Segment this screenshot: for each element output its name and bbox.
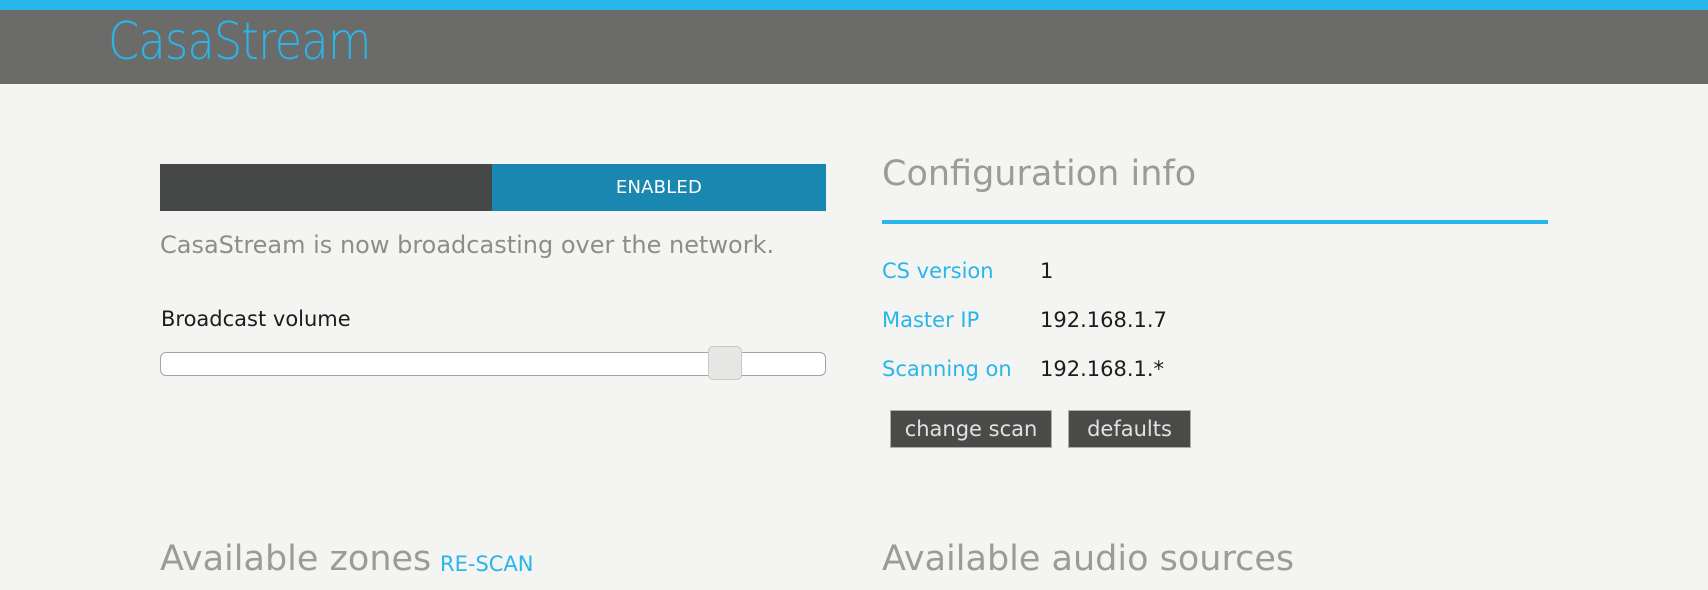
config-key: Scanning on xyxy=(882,357,1012,381)
change-scan-button[interactable]: change scan xyxy=(890,410,1052,448)
defaults-button[interactable]: defaults xyxy=(1068,410,1191,448)
broadcast-status-message: CasaStream is now broadcasting over the … xyxy=(160,231,775,259)
toggle-enabled-segment[interactable]: ENABLED xyxy=(492,164,826,211)
config-info-title: Configuration info xyxy=(882,154,1197,194)
broadcast-toggle[interactable]: ENABLED xyxy=(160,164,826,211)
config-key: CS version xyxy=(882,259,994,283)
app-header: CasaStream xyxy=(0,10,1708,84)
config-value: 192.168.1.* xyxy=(1040,357,1165,381)
toggle-off-segment[interactable] xyxy=(160,164,492,211)
top-accent-bar xyxy=(0,0,1708,10)
config-row-master-ip: Master IP 192.168.1.7 xyxy=(882,308,1167,332)
broadcast-volume-label: Broadcast volume xyxy=(161,307,351,331)
config-key: Master IP xyxy=(882,308,980,332)
available-sources-title: Available audio sources xyxy=(882,539,1295,579)
available-zones-title: Available zones xyxy=(160,539,432,579)
config-divider xyxy=(882,220,1548,224)
config-value: 192.168.1.7 xyxy=(1040,308,1167,332)
volume-slider-thumb[interactable] xyxy=(708,346,742,380)
config-row-version: CS version 1 xyxy=(882,259,1053,283)
rescan-link[interactable]: RE-SCAN xyxy=(440,552,534,576)
config-row-scanning: Scanning on 192.168.1.* xyxy=(882,357,1164,381)
config-value: 1 xyxy=(1040,259,1054,283)
app-logo[interactable]: CasaStream xyxy=(108,16,371,68)
